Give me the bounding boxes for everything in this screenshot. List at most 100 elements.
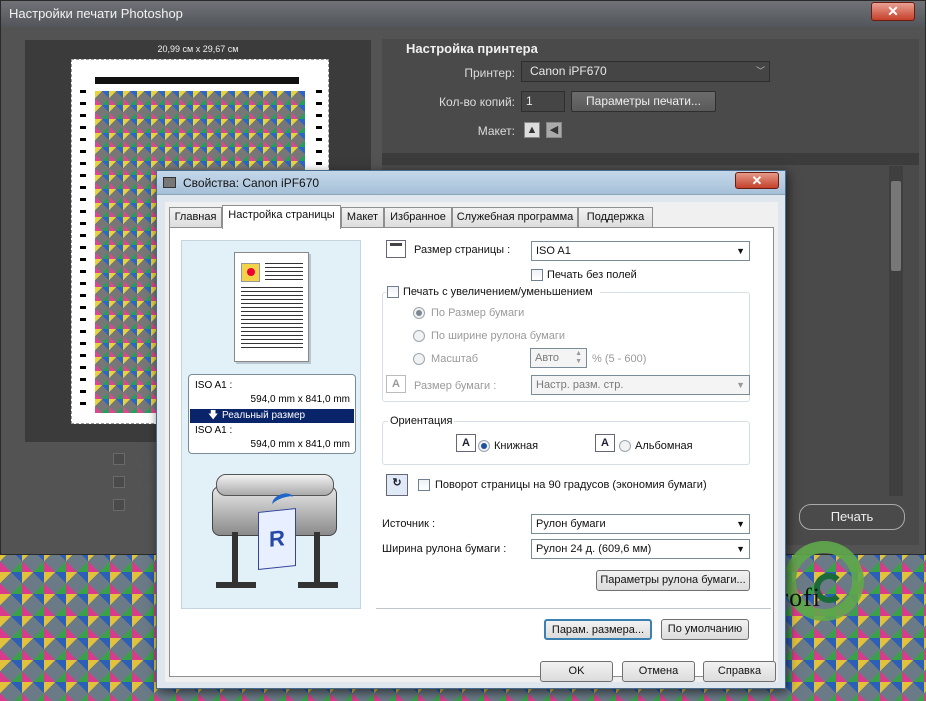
size2-name: ISO A1 : (195, 425, 233, 436)
doc-line (241, 335, 303, 336)
page-size-label: Размер страницы : (414, 244, 511, 256)
photoshop-title: Настройки печати Photoshop (9, 6, 183, 21)
scrollbar-thumb[interactable] (891, 181, 901, 271)
scale-radio[interactable] (413, 353, 425, 365)
canon-properties-dialog: Свойства: Canon iPF670 ✕ Главная Настрой… (156, 170, 786, 689)
doc-line (241, 303, 303, 304)
doc-line (265, 279, 303, 280)
canon-close-button[interactable]: ✕ (735, 172, 779, 189)
profi-watermark: Profi (764, 527, 880, 637)
size1-dims: 594,0 mm x 841,0 mm (250, 394, 350, 405)
defaults-button[interactable]: По умолчанию (661, 619, 749, 640)
source-value: Рулон бумаги (536, 518, 606, 530)
actual-size-label: Реальный размер (222, 410, 306, 421)
scale-stepper[interactable]: Авто ▲ ▼ (530, 348, 587, 368)
tab-page-setup[interactable]: Настройка страницы (222, 205, 341, 229)
printer-select-value: Canon iPF670 (530, 64, 607, 78)
tab-favorites[interactable]: Избранное (384, 207, 452, 228)
doc-line (265, 275, 303, 276)
dropdown-arrow-icon: ▼ (736, 544, 745, 554)
photoshop-options (113, 453, 125, 522)
borderless-checkbox[interactable] (531, 269, 543, 281)
option-checkbox-2[interactable] (113, 476, 125, 488)
copies-input[interactable]: 1 (521, 91, 565, 112)
orientation-group (382, 421, 750, 465)
photoshop-close-button[interactable]: ✕ (871, 2, 915, 21)
portrait-label: Книжная (494, 440, 539, 452)
rotate-checkbox[interactable] (418, 479, 430, 491)
output-sheet-icon: R (258, 508, 296, 570)
roll-params-button[interactable]: Параметры рулона бумаги... (596, 570, 750, 591)
doc-line (241, 295, 303, 296)
ok-button[interactable]: OK (540, 661, 613, 682)
doc-line (265, 263, 303, 264)
dropdown-arrow-icon: ▼ (736, 519, 745, 529)
scaling-checkbox[interactable] (387, 286, 399, 298)
roll-width-value: Рулон 24 д. (609,6 мм) (536, 543, 652, 555)
fit-paper-label: По Размер бумаги (431, 307, 525, 319)
registration-marks-left (80, 90, 86, 414)
print-settings-button[interactable]: Параметры печати... (571, 91, 716, 112)
portrait-icon: A (456, 434, 476, 452)
plotter-roll (216, 474, 334, 496)
doc-line (241, 299, 303, 300)
roll-width-label: Ширина рулона бумаги : (382, 543, 507, 555)
page-preview: ISO A1 : 594,0 mm x 841,0 mm Реальный ра… (181, 240, 361, 609)
cancel-button[interactable]: Отмена (622, 661, 695, 682)
page-size-icon (386, 240, 406, 258)
source-select[interactable]: Рулон бумаги ▼ (531, 514, 750, 534)
size-params-button[interactable]: Парам. размера... (544, 619, 652, 640)
preview-size-label: 20,99 см x 29,67 см (157, 44, 239, 54)
doc-line (265, 267, 303, 268)
document-preview (234, 252, 309, 362)
panel-separator (376, 608, 771, 609)
printer-select[interactable]: Canon iPF670 ﹀ (521, 61, 770, 82)
scaling-label: Печать с увеличением/уменьшением (403, 286, 593, 298)
canon-dialog-body: Главная Настройка страницы Макет Избранн… (165, 202, 778, 682)
plotter-foot (298, 582, 338, 588)
tab-layout[interactable]: Макет (341, 207, 384, 228)
option-checkbox-3[interactable] (113, 499, 125, 511)
rotate-label: Поворот страницы на 90 градусов (экономи… (435, 479, 707, 491)
portrait-radio[interactable] (478, 440, 490, 452)
doc-line (241, 291, 303, 292)
doc-line (241, 339, 303, 340)
doc-line (241, 311, 303, 312)
fit-roll-width-radio[interactable] (413, 330, 425, 342)
fit-paper-radio[interactable] (413, 307, 425, 319)
chevron-down-icon: ﹀ (755, 66, 765, 76)
dropdown-arrow-icon: ▼ (736, 246, 745, 256)
size1-name: ISO A1 : (195, 380, 233, 391)
page-size-select[interactable]: ISO A1 ▼ (531, 241, 750, 261)
portrait-layout-icon[interactable]: ▲ (524, 122, 540, 138)
doc-line (241, 319, 303, 320)
tab-support[interactable]: Поддержка (578, 207, 653, 228)
doc-line (241, 315, 303, 316)
doc-line (241, 287, 303, 288)
paper-size-value: Настр. разм. стр. (536, 379, 624, 391)
canon-titlebar: Свойства: Canon iPF670 ✕ (157, 171, 785, 195)
landscape-radio[interactable] (619, 440, 631, 452)
size-info-box: ISO A1 : 594,0 mm x 841,0 mm Реальный ра… (188, 374, 356, 454)
option-label-3: Пок (132, 503, 153, 517)
tab-utility[interactable]: Служебная программа (452, 207, 578, 228)
tab-main[interactable]: Главная (169, 207, 222, 228)
printer-label: Принтер: (464, 66, 515, 80)
paper-size-select[interactable]: Настр. разм. стр. ▼ (531, 375, 750, 395)
doc-line (241, 343, 303, 344)
panel-separator (382, 153, 919, 165)
preview-black-bar (95, 77, 299, 84)
doc-line (241, 347, 303, 348)
option-checkbox-1[interactable] (113, 453, 125, 465)
paper-size-label: Размер бумаги : (414, 380, 497, 392)
landscape-layout-icon[interactable]: ◀ (546, 122, 562, 138)
landscape-label: Альбомная (635, 440, 693, 452)
size2-dims: 594,0 mm x 841,0 mm (250, 439, 350, 450)
actual-size-selection[interactable]: Реальный размер (190, 409, 354, 423)
printer-icon (163, 177, 176, 188)
help-button[interactable]: Справка (703, 661, 776, 682)
copies-label: Кол-во копий: (439, 95, 515, 109)
roll-width-select[interactable]: Рулон 24 д. (609,6 мм) ▼ (531, 539, 750, 559)
plotter-leg (314, 532, 320, 584)
panel-scrollbar[interactable] (889, 166, 903, 496)
